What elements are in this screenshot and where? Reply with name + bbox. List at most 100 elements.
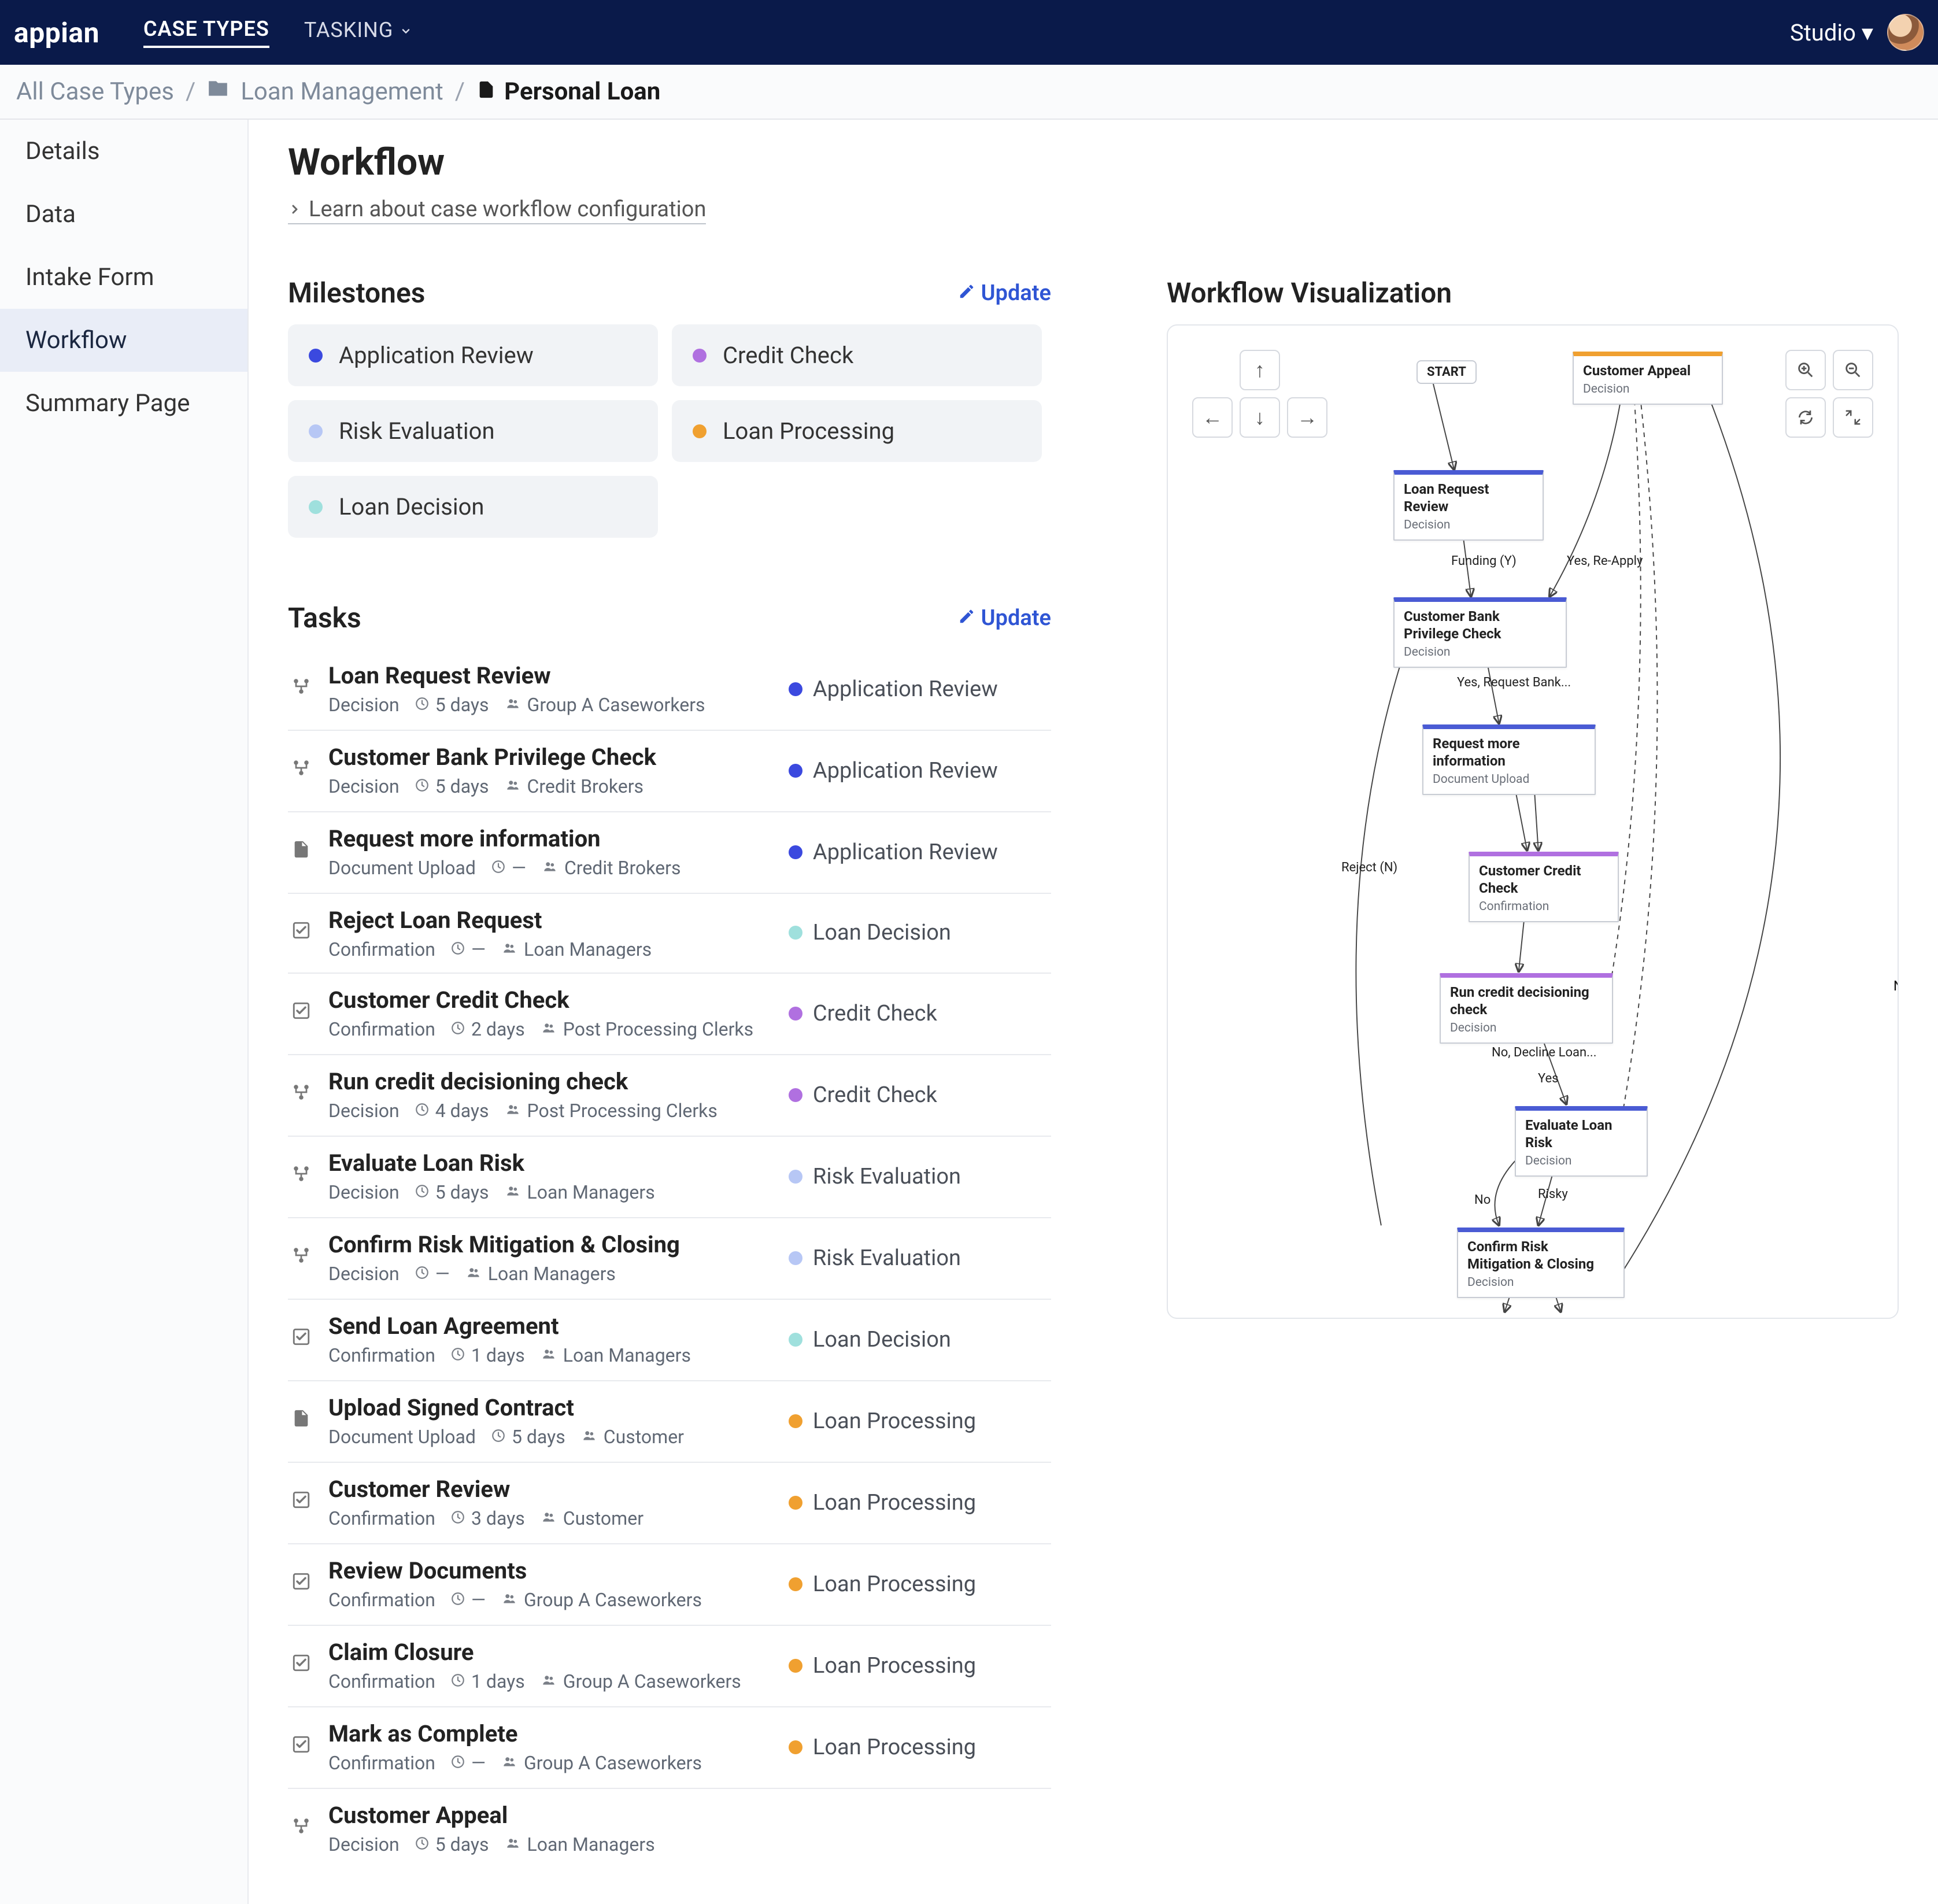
flow-edge-label: Yes, Re-Apply (1567, 554, 1643, 568)
flow-node[interactable]: Run credit decisioning checkDecision (1440, 973, 1613, 1044)
sidebar-item-intake-form[interactable]: Intake Form (0, 246, 247, 309)
caret-down-icon: ▾ (1862, 19, 1873, 46)
task-row[interactable]: Loan Request ReviewDecision5 daysGroup A… (288, 649, 1051, 731)
clock-icon (415, 1181, 430, 1203)
flow-node[interactable]: Evaluate Loan RiskDecision (1515, 1106, 1648, 1177)
task-type: Decision (328, 1833, 400, 1855)
clock-icon (450, 1670, 465, 1692)
task-type: Confirmation (328, 938, 435, 959)
main-content: Workflow Learn about case workflow confi… (249, 120, 1938, 1904)
task-row[interactable]: Send Loan AgreementConfirmation1 daysLoa… (288, 1300, 1051, 1381)
studio-dropdown[interactable]: Studio ▾ (1790, 19, 1873, 46)
top-header: appian CASE TYPES TASKING Studio ▾ (0, 0, 1938, 65)
check-icon (288, 1001, 315, 1026)
task-type: Decision (328, 1263, 400, 1285)
nav-tasking[interactable]: TASKING (304, 18, 412, 47)
breadcrumb-current-label: Personal Loan (504, 77, 660, 106)
nav-case-types[interactable]: CASE TYPES (143, 17, 269, 48)
workflow-canvas[interactable]: START Customer AppealDecision Loan Reques… (1168, 326, 1898, 1318)
flow-edge-label: Yes, Request Bank... (1457, 675, 1571, 690)
task-type: Confirmation (328, 1507, 435, 1529)
sidebar-item-summary-page[interactable]: Summary Page (0, 372, 247, 435)
visualization-heading: Workflow Visualization (1167, 276, 1899, 309)
flow-node[interactable]: Confirm Risk Mitigation & ClosingDecisio… (1457, 1228, 1625, 1298)
flow-node-title: Evaluate Loan Risk (1525, 1116, 1637, 1151)
milestone-pill[interactable]: Credit Check (672, 324, 1042, 386)
task-group: Group A Caseworkers (501, 1589, 702, 1611)
breadcrumb-folder[interactable]: Loan Management (241, 77, 443, 106)
task-title: Send Loan Agreement (328, 1313, 775, 1340)
task-group: Group A Caseworkers (540, 1670, 741, 1692)
milestone-dot-icon (789, 1170, 802, 1184)
breadcrumb: All Case Types / Loan Management / Perso… (0, 65, 1938, 120)
task-meta: Decision5 daysCredit Brokers (328, 775, 775, 797)
task-type: Decision (328, 1181, 400, 1203)
sidebar-item-details[interactable]: Details (0, 120, 247, 183)
flow-node-type: Decision (1583, 382, 1713, 397)
task-row[interactable]: Upload Signed ContractDocument Upload5 d… (288, 1381, 1051, 1463)
task-meta: Decision5 daysGroup A Caseworkers (328, 694, 775, 716)
task-row[interactable]: Reject Loan RequestConfirmation—Loan Man… (288, 894, 1051, 974)
milestone-label: Loan Decision (339, 493, 484, 520)
milestones-update-link[interactable]: Update (958, 280, 1051, 306)
task-meta: Confirmation1 daysGroup A Caseworkers (328, 1670, 775, 1692)
flow-node[interactable]: Customer Bank Privilege CheckDecision (1393, 597, 1567, 668)
flow-node-title: Confirm Risk Mitigation & Closing (1467, 1238, 1614, 1273)
task-meta: Document Upload5 daysCustomer (328, 1426, 775, 1448)
task-row[interactable]: Run credit decisioning checkDecision4 da… (288, 1055, 1051, 1137)
task-milestone: Loan Processing (789, 1735, 1051, 1760)
task-type: Confirmation (328, 1018, 435, 1040)
flow-node[interactable]: Customer AppealDecision (1573, 352, 1723, 405)
task-title: Customer Credit Check (328, 986, 775, 1014)
milestone-pill[interactable]: Loan Processing (672, 400, 1042, 462)
flow-node[interactable]: Request more informationDocument Upload (1422, 724, 1596, 795)
check-icon (288, 1653, 315, 1678)
task-group: Customer (540, 1507, 643, 1529)
task-meta: Confirmation—Group A Caseworkers (328, 1752, 775, 1774)
task-group: Credit Brokers (504, 775, 644, 797)
task-row[interactable]: Confirm Risk Mitigation & ClosingDecisio… (288, 1218, 1051, 1300)
task-milestone: Risk Evaluation (789, 1245, 1051, 1271)
task-duration: — (450, 1589, 486, 1611)
task-milestone-label: Loan Processing (813, 1653, 976, 1679)
task-row[interactable]: Customer Review Confirmation 3 days Custome… (288, 1463, 1051, 1544)
task-milestone-label: Application Review (813, 758, 998, 783)
task-row[interactable]: Request more informationDocument Upload—… (288, 812, 1051, 894)
task-row[interactable]: Customer Bank Privilege CheckDecision5 d… (288, 731, 1051, 812)
sidebar-item-workflow[interactable]: Workflow (0, 309, 247, 372)
flow-edge-label: Funding (Y) (1451, 554, 1517, 568)
flow-node-title: Loan Request Review (1404, 480, 1533, 515)
flow-node-type: Decision (1404, 645, 1556, 660)
task-row[interactable]: Customer Credit CheckConfirmation2 daysP… (288, 974, 1051, 1055)
task-title: Customer Review (328, 1476, 775, 1503)
milestone-dot-icon (789, 1496, 802, 1510)
sidebar-item-data[interactable]: Data (0, 183, 247, 246)
task-row[interactable]: Review DocumentsConfirmation—Group A Cas… (288, 1544, 1051, 1626)
flow-start-node[interactable]: START (1416, 360, 1477, 384)
milestone-pill[interactable]: Application Review (288, 324, 658, 386)
task-duration: — (491, 857, 526, 879)
flow-node[interactable]: Customer Credit CheckConfirmation (1469, 852, 1619, 922)
task-group: Loan Managers (504, 1181, 655, 1203)
flow-node[interactable]: Loan Request ReviewDecision (1393, 470, 1544, 541)
check-icon (288, 1327, 315, 1352)
task-row[interactable]: Customer AppealDecision5 daysLoan Manage… (288, 1789, 1051, 1869)
task-row[interactable]: Evaluate Loan RiskDecision5 daysLoan Man… (288, 1137, 1051, 1218)
tasks-update-link[interactable]: Update (958, 605, 1051, 631)
clock-icon (450, 938, 465, 959)
task-row[interactable]: Claim ClosureConfirmation1 daysGroup A C… (288, 1626, 1051, 1707)
breadcrumb-root[interactable]: All Case Types (16, 77, 174, 106)
edit-icon (958, 605, 975, 631)
milestone-pill[interactable]: Loan Decision (288, 476, 658, 538)
task-duration: 3 days (450, 1507, 525, 1529)
avatar[interactable] (1887, 14, 1924, 51)
task-row[interactable]: Mark as CompleteConfirmation—Group A Cas… (288, 1707, 1051, 1789)
task-title: Evaluate Loan Risk (328, 1149, 775, 1177)
edit-icon (958, 280, 975, 306)
milestone-dot-icon (789, 1659, 802, 1673)
flow-edge-label: No (1474, 1193, 1491, 1207)
learn-more-link[interactable]: Learn about case workflow configuration (288, 197, 706, 224)
milestone-dot-icon (789, 1414, 802, 1428)
milestone-pill[interactable]: Risk Evaluation (288, 400, 658, 462)
task-milestone-label: Loan Decision (813, 920, 951, 945)
